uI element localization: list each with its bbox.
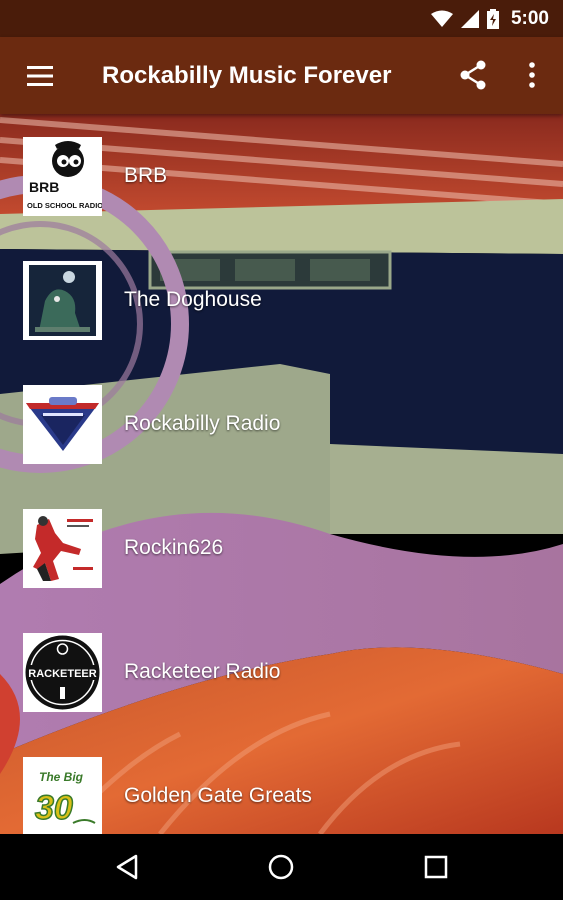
rockin626-logo: [23, 508, 102, 588]
station-item-racketeer-radio[interactable]: RACKETEER Racketeer Radio: [0, 610, 563, 734]
station-item-the-doghouse[interactable]: The Doghouse: [0, 238, 563, 362]
doghouse-logo: [23, 260, 102, 340]
page-title: Rockabilly Music Forever: [102, 61, 392, 89]
golden-gate-greats-logo: The Big 30: [23, 756, 102, 836]
station-name: The Doghouse: [124, 288, 262, 311]
app-toolbar: Rockabilly Music Forever: [0, 37, 563, 114]
brb-logo: BRB OLD SCHOOL RADIO: [23, 136, 102, 216]
menu-icon: [27, 65, 53, 86]
brb-logo-subtext: OLD SCHOOL RADIO: [27, 201, 102, 210]
home-button[interactable]: [261, 847, 301, 887]
rockabilly-radio-logo: [23, 384, 102, 464]
wifi-icon: [430, 10, 453, 28]
golden-gate-logo-text: The Big: [39, 770, 84, 784]
back-icon: [116, 854, 138, 880]
golden-gate-logo-number: 30: [35, 789, 73, 827]
station-list: BRB OLD SCHOOL RADIO BRB The Doghouse Ro…: [0, 114, 563, 836]
station-name: Rockin626: [124, 536, 224, 559]
station-name: Rockabilly Radio: [124, 412, 281, 435]
home-icon: [268, 854, 294, 880]
station-name: BRB: [124, 164, 168, 187]
share-button[interactable]: [453, 55, 493, 95]
station-item-rockabilly-radio[interactable]: Rockabilly Radio: [0, 362, 563, 486]
back-button[interactable]: [107, 847, 147, 887]
station-item-rockin626[interactable]: Rockin626: [0, 486, 563, 610]
station-name: Racketeer Radio: [124, 660, 281, 683]
station-item-brb[interactable]: BRB OLD SCHOOL RADIO BRB: [0, 114, 563, 238]
more-vert-icon: [529, 62, 535, 88]
racketeer-radio-logo: RACKETEER: [23, 632, 102, 712]
cell-signal-icon: [460, 9, 479, 28]
station-name: Golden Gate Greats: [124, 784, 312, 807]
status-time: 5:00: [510, 7, 549, 29]
battery-charging-icon: [486, 8, 499, 29]
more-options-button[interactable]: [512, 55, 552, 95]
racketeer-logo-text: RACKETEER: [28, 668, 97, 680]
share-icon: [460, 60, 486, 90]
app-screen: 5:00 Rockabilly Music Forever BRB OLD SC…: [0, 0, 563, 900]
system-nav-bar: [0, 834, 563, 900]
status-bar: 5:00: [0, 0, 563, 37]
recents-icon: [424, 855, 448, 879]
menu-button[interactable]: [20, 56, 60, 96]
brb-logo-text: BRB: [29, 179, 59, 195]
recents-button[interactable]: [416, 847, 456, 887]
